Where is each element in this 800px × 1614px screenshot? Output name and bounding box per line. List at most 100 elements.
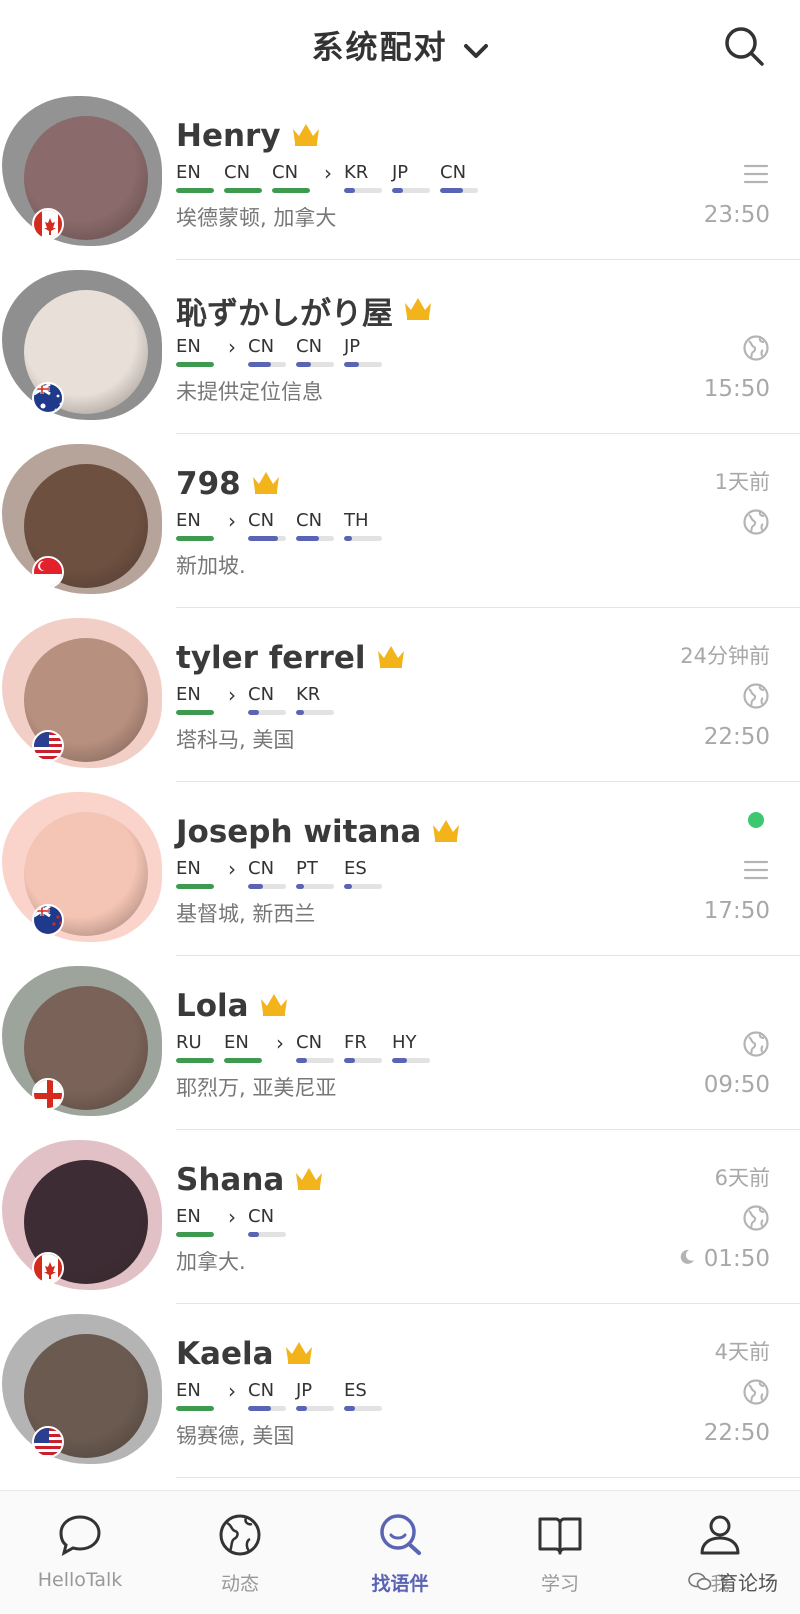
user-location: 埃德蒙顿, 加拿大 [176,206,337,230]
language-levels: RU EN › CN FR HY [176,1032,440,1063]
proficiency-bar [176,188,214,193]
partner-row[interactable]: Henry EN CN CN › KR JP CN 埃德蒙顿, 加拿大 23:50 [0,86,800,260]
chevron-right-icon: › [228,1205,236,1229]
bottom-tab-bar: HelloTalk 动态 找语伴 学习 我 育论场 [0,1490,800,1614]
last-active: 6天前 [714,1166,770,1190]
language-levels: EN › CN [176,1206,296,1237]
proficiency-bar [344,884,382,889]
tab-label: HelloTalk [37,1569,123,1591]
learning-language: JP [296,1380,336,1411]
tab-learn[interactable]: 学习 [480,1491,640,1614]
globe-icon [742,334,770,362]
proficiency-bar [176,1232,214,1237]
proficiency-fill [392,188,404,193]
user-name: 798 [176,466,241,502]
local-time: 23:50 [704,202,770,228]
user-name: Shana [176,1162,285,1198]
avatar[interactable] [2,444,162,594]
match-mode-selector[interactable]: 系统配对 [0,22,800,68]
chevron-right-icon: › [228,857,236,881]
avatar[interactable] [2,1140,162,1290]
vip-crown-icon [291,121,321,151]
partner-row[interactable]: Shana EN › CN 加拿大. 6天前 01:50 [0,1130,800,1304]
avatar[interactable] [2,1314,162,1464]
language-code: ES [344,1380,367,1401]
proficiency-fill [224,1058,262,1063]
flag-icon [32,382,64,414]
proficiency-fill [296,1406,308,1411]
local-time-text: 09:50 [703,1072,770,1098]
language-levels: EN › CN JP ES [176,1380,392,1411]
flag-icon [32,1078,64,1110]
user-location: 塔科马, 美国 [176,728,295,752]
proficiency-fill [224,188,262,193]
proficiency-fill [392,1058,408,1063]
wechat-icon [688,1572,712,1590]
partner-row[interactable]: Joseph witana EN › CN PT ES 基督城, 新西兰 17:50 [0,782,800,956]
chevron-right-icon: › [276,1031,284,1055]
proficiency-fill [176,188,214,193]
user-location: 耶烈万, 亚美尼亚 [176,1076,337,1100]
language-code: TH [344,510,369,531]
learning-language: HY [392,1032,432,1063]
tab-label: 找语伴 [371,1573,429,1595]
globe-icon [219,1514,261,1556]
partner-row[interactable]: 恥ずかしがり屋 EN › CN CN JP 未提供定位信息 15:50 [0,260,800,434]
language-levels: EN › CN CN JP [176,336,392,367]
search-icon[interactable] [722,24,766,68]
tab-find-partner[interactable]: 找语伴 [320,1491,480,1614]
chevron-right-icon: › [324,161,332,185]
partner-row[interactable]: Lola RU EN › CN FR HY 耶烈万, 亚美尼亚 09:50 [0,956,800,1130]
proficiency-fill [344,536,352,541]
avatar[interactable] [2,618,162,768]
user-name: 恥ずかしがり屋 [176,295,393,332]
avatar[interactable] [2,966,162,1116]
avatar[interactable] [2,792,162,942]
language-code: CN [272,162,299,183]
flag-icon [32,730,64,762]
proficiency-bar [248,1232,286,1237]
name-line: Henry [176,114,321,158]
learning-language: CN [296,510,336,541]
online-status-dot [748,812,764,828]
partner-row[interactable]: 798 EN › CN CN TH 新加坡. 1天前 [0,434,800,608]
learning-language: CN [248,510,288,541]
proficiency-fill [272,188,310,193]
learning-language: CN [248,684,288,715]
proficiency-bar [296,362,334,367]
language-levels: EN › CN CN TH [176,510,392,541]
proficiency-fill [296,1058,308,1063]
proficiency-fill [248,710,260,715]
native-language: EN [176,1380,216,1411]
proficiency-fill [248,884,264,889]
proficiency-fill [296,362,312,367]
learning-language: KR [344,162,384,193]
proficiency-bar [344,188,382,193]
language-code: CN [248,1206,275,1227]
top-bar: 系统配对 [0,0,800,92]
learning-language: PT [296,858,336,889]
partner-row[interactable]: tyler ferrel EN › CN KR 塔科马, 美国 24分钟前 22:50 [0,608,800,782]
language-code: JP [296,1380,313,1401]
name-line: Joseph witana [176,810,461,854]
tab-hellotalk[interactable]: HelloTalk [0,1491,160,1614]
vip-crown-icon [284,1339,314,1369]
user-location: 基督城, 新西兰 [176,902,316,926]
proficiency-bar [344,1058,382,1063]
proficiency-fill [344,1406,356,1411]
proficiency-fill [296,710,304,715]
proficiency-bar [176,1406,214,1411]
partner-row[interactable]: Kaela EN › CN JP ES 锡赛德, 美国 4天前 22:50 [0,1304,800,1478]
avatar[interactable] [2,96,162,246]
native-language: EN [176,858,216,889]
proficiency-bar [224,1058,262,1063]
native-language: EN [224,1032,264,1063]
list-icon [742,160,770,188]
avatar[interactable] [2,270,162,420]
native-language: CN [272,162,312,193]
proficiency-fill [176,536,214,541]
vip-crown-icon [251,469,281,499]
tab-moments[interactable]: 动态 [160,1491,320,1614]
learning-language: CN [248,336,288,367]
proficiency-bar [248,536,286,541]
